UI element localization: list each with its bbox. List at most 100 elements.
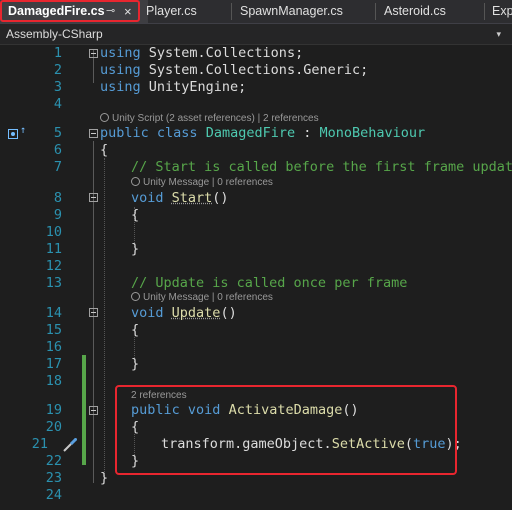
line-number: 8 [53, 190, 62, 206]
code-text: using System.Collections; [100, 45, 303, 62]
code-text: public class DamagedFire : MonoBehaviour [100, 125, 425, 142]
keyword: using [100, 79, 141, 95]
punctuation: : [295, 125, 320, 141]
line-number: 19 [45, 402, 62, 418]
code-line: 24 [0, 487, 512, 504]
tab-divider [231, 3, 232, 20]
line-number: 21 [31, 436, 48, 452]
codelens-references[interactable]: Unity Script (2 asset references) | 2 re… [100, 113, 319, 124]
unity-icon [131, 177, 140, 186]
method-name: Start [171, 190, 213, 206]
line-number: 20 [45, 419, 62, 435]
line-number: 6 [53, 142, 62, 158]
code-text: } [131, 356, 140, 372]
keyword: using [100, 62, 141, 78]
line-number: 5 [53, 125, 62, 141]
code-line: 1 using System.Collections; [0, 45, 512, 62]
code-line: 14 void Update() [0, 305, 512, 322]
code-text: { [100, 142, 109, 158]
keyword: public [100, 125, 149, 141]
tab-divider [375, 3, 376, 20]
tab-asteroid[interactable]: Asteroid.cs [384, 0, 474, 23]
line-number: 12 [45, 258, 62, 274]
code-line: 2 using System.Collections.Generic; [0, 62, 512, 79]
tab-label: Player.cs [146, 4, 197, 18]
code-line: 3 using UnityEngine; [0, 79, 512, 96]
code-text: } [131, 241, 140, 257]
method-name: Update [171, 305, 221, 321]
keyword: void [131, 190, 164, 206]
code-text: { [131, 322, 140, 338]
line-number: 18 [45, 373, 62, 389]
class-name: DamagedFire [205, 125, 296, 141]
code-text: void Update() [131, 305, 237, 322]
codelens-references[interactable]: Unity Message | 0 references [131, 177, 273, 188]
line-number: 13 [45, 275, 62, 291]
keyword: void [131, 305, 164, 321]
code-line: 15 { [0, 322, 512, 339]
code-text: void Start() [131, 190, 229, 207]
codelens-text: Unity Message | 0 references [143, 292, 273, 303]
line-number: 3 [53, 79, 62, 95]
code-line: 5 public class DamagedFire : MonoBehavio… [0, 125, 512, 142]
namespace: System.Collections; [140, 45, 304, 61]
tab-label: Asteroid.cs [384, 4, 446, 18]
line-number: 14 [45, 305, 62, 321]
line-number: 1 [53, 45, 62, 61]
namespace: UnityEngine; [140, 79, 247, 95]
codelens-text: Unity Script (2 asset references) | 2 re… [112, 113, 319, 124]
keyword: using [100, 45, 141, 61]
active-tab-highlight [0, 0, 140, 22]
quick-actions-icon[interactable] [62, 437, 78, 453]
code-line: 4 [0, 96, 512, 113]
line-number: 23 [45, 470, 62, 486]
namespace: System.Collections.Generic; [140, 62, 369, 78]
tab-player[interactable]: Player.cs [146, 0, 226, 23]
code-text: { [131, 207, 140, 223]
keyword: class [156, 125, 198, 141]
tab-exp[interactable]: Exp [492, 0, 512, 23]
line-number: 9 [53, 207, 62, 223]
line-number: 4 [53, 96, 62, 112]
codelens-text: Unity Message | 0 references [143, 177, 273, 188]
line-number: 17 [45, 356, 62, 372]
line-number: 10 [45, 224, 62, 240]
code-line: 6 { [0, 142, 512, 159]
project-dropdown[interactable]: Assembly-CSharp ▾ [0, 25, 505, 43]
code-text: using System.Collections.Generic; [100, 62, 368, 79]
project-label: Assembly-CSharp [6, 27, 103, 41]
line-number: 2 [53, 62, 62, 78]
punctuation: () [220, 305, 237, 321]
code-line: 10 [0, 224, 512, 241]
unity-icon [131, 292, 140, 301]
code-line: 7 // Start is called before the first fr… [0, 159, 512, 176]
line-number: 7 [53, 159, 62, 175]
code-line: 16 [0, 339, 512, 356]
line-number: 22 [45, 453, 62, 469]
punctuation: () [212, 190, 229, 206]
code-text: } [100, 470, 109, 486]
tab-spawnmanager[interactable]: SpawnManager.cs [240, 0, 370, 23]
comment: // Start is called before the first fram… [131, 159, 512, 175]
document-tab-bar: DamagedFire.cs ⊸ × Player.cs SpawnManage… [0, 0, 512, 24]
comment: // Update is called once per frame [131, 275, 408, 291]
unity-icon [100, 113, 109, 122]
line-number: 16 [45, 339, 62, 355]
code-line: 12 [0, 258, 512, 275]
line-number: 11 [45, 241, 62, 257]
codelens-references[interactable]: Unity Message | 0 references [131, 292, 273, 303]
chevron-down-icon[interactable]: ▾ [496, 25, 501, 43]
tab-label: Exp [492, 4, 512, 18]
tab-label: SpawnManager.cs [240, 4, 343, 18]
code-line: 9 { [0, 207, 512, 224]
code-line: 13 // Update is called once per frame [0, 275, 512, 292]
base-class: MonoBehaviour [319, 125, 426, 141]
code-line: 17 } [0, 356, 512, 373]
code-line: 8 void Start() [0, 190, 512, 207]
code-text: using UnityEngine; [100, 79, 246, 96]
line-number: 15 [45, 322, 62, 338]
method-highlight-box [115, 385, 457, 475]
navigation-bar: Assembly-CSharp ▾ [0, 24, 512, 45]
code-line: 11 } [0, 241, 512, 258]
line-number: 24 [45, 487, 62, 503]
